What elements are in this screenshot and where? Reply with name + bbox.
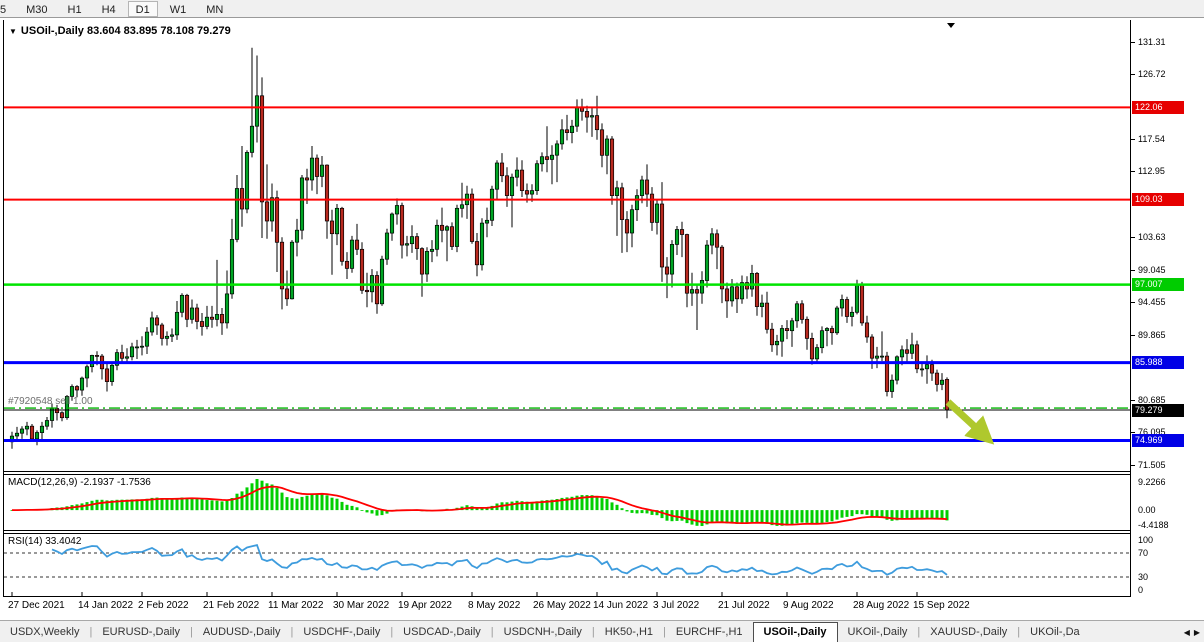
chart-title: ▼ USOil-,Daily 83.604 83.895 78.108 79.27…	[9, 25, 231, 37]
rsi-indicator-label: RSI(14) 33.4042	[8, 536, 81, 547]
axis-tick	[1131, 302, 1135, 303]
price-level-tag: 109.03	[1132, 193, 1184, 206]
down-arrow-annotation	[948, 402, 986, 437]
price-tick-label: 71.505	[1138, 460, 1166, 470]
timeframe-button-5[interactable]: 5	[0, 1, 14, 17]
main-chart-canvas[interactable]	[4, 20, 1130, 471]
price-tick-label: 99.045	[1138, 265, 1166, 275]
chart-tab-0[interactable]: USDX,Weekly	[0, 623, 89, 642]
axis-tick	[1131, 139, 1135, 140]
timeframe-button-h1[interactable]: H1	[60, 1, 90, 17]
tab-scroll-left-icon[interactable]: ◀	[1184, 628, 1190, 637]
chart-tab-8[interactable]: USOil-,Daily	[753, 622, 838, 642]
price-level-tag: 122.06	[1132, 101, 1184, 114]
chart-tab-bar: USDX,Weekly|EURUSD-,Daily|AUDUSD-,Daily|…	[0, 620, 1204, 642]
price-tick-label: 89.865	[1138, 330, 1166, 340]
rsi-axis-label: 100	[1138, 535, 1153, 545]
date-tick-label: 15 Sep 2022	[913, 600, 970, 611]
macd-axis-label: -4.4188	[1138, 520, 1169, 530]
date-tick-label: 28 Aug 2022	[853, 600, 909, 611]
axis-tick	[1131, 171, 1135, 172]
chart-ohlc-values: 83.604 83.895 78.108 79.279	[87, 25, 231, 37]
price-level-tag: 74.969	[1132, 434, 1184, 447]
pane-divider[interactable]	[4, 471, 1186, 472]
price-tick-label: 126.72	[1138, 69, 1166, 79]
price-tick-label: 94.455	[1138, 297, 1166, 307]
date-tick-label: 14 Jan 2022	[78, 600, 133, 611]
timeframe-button-d1[interactable]: D1	[128, 1, 158, 17]
axis-tick	[1131, 270, 1135, 271]
date-tick-label: 3 Jul 2022	[653, 600, 699, 611]
open-position-label: #7920548 sell 1.00	[8, 396, 93, 407]
chart-tab-1[interactable]: EURUSD-,Daily	[92, 623, 190, 642]
chart-tab-6[interactable]: HK50-,H1	[595, 623, 663, 642]
date-tick-label: 9 Aug 2022	[783, 600, 834, 611]
chart-tab-3[interactable]: USDCHF-,Daily	[293, 623, 390, 642]
timeframe-button-mn[interactable]: MN	[198, 1, 231, 17]
window-border-bottom	[3, 596, 1186, 597]
rsi-axis-label: 70	[1138, 548, 1148, 558]
timeframe-toolbar: 5M30 H1H4D1W1MN	[0, 0, 1204, 18]
rsi-axis-label: 0	[1138, 585, 1143, 595]
timeframe-button-m30[interactable]: M30	[18, 1, 55, 17]
price-tick-label: 131.31	[1138, 37, 1166, 47]
price-axis[interactable]: 131.31 126.72 117.54 112.95 103.63 99.045 94.4…	[1130, 20, 1186, 597]
timeframe-button-w1[interactable]: W1	[162, 1, 195, 17]
date-tick-label: 14 Jun 2022	[593, 600, 648, 611]
tab-scroll-right-icon[interactable]: ▶	[1194, 628, 1200, 637]
date-tick-label: 8 May 2022	[468, 600, 520, 611]
chart-shift-icon	[947, 23, 955, 28]
price-tick-label: 117.54	[1138, 134, 1165, 144]
price-tick-label: 112.95	[1138, 166, 1165, 176]
timeframe-button-h4[interactable]: H4	[94, 1, 124, 17]
axis-tick	[1131, 237, 1135, 238]
axis-tick	[1131, 74, 1135, 75]
date-tick-label: 19 Apr 2022	[398, 600, 452, 611]
price-level-tag: 85.988	[1132, 356, 1184, 369]
chart-tab-2[interactable]: AUDUSD-,Daily	[193, 623, 291, 642]
axis-tick	[1131, 42, 1135, 43]
price-tick-label: 103.63	[1138, 232, 1166, 242]
macd-indicator-canvas[interactable]	[4, 475, 1130, 530]
chart-tab-9[interactable]: UKOil-,Daily	[838, 623, 918, 642]
macd-axis-label: 0.00	[1138, 505, 1156, 515]
pane-divider[interactable]	[4, 530, 1186, 531]
date-tick-label: 21 Feb 2022	[203, 600, 259, 611]
date-tick-label: 27 Dec 2021	[8, 600, 65, 611]
price-level-tag: 79.279	[1132, 404, 1184, 417]
rsi-indicator-canvas[interactable]	[4, 534, 1130, 596]
date-tick-label: 30 Mar 2022	[333, 600, 389, 611]
macd-indicator-label: MACD(12,26,9) -2.1937 -1.7536	[8, 477, 151, 488]
chart-tab-10[interactable]: XAUUSD-,Daily	[920, 623, 1017, 642]
time-axis[interactable]: 27 Dec 2021 14 Jan 2022 2 Feb 2022 21 Feb 2…	[4, 598, 1130, 616]
axis-tick	[1131, 400, 1135, 401]
date-tick-label: 21 Jul 2022	[718, 600, 770, 611]
chart-dropdown-icon[interactable]: ▼	[9, 27, 17, 36]
chart-tab-7[interactable]: EURCHF-,H1	[666, 623, 753, 642]
price-level-tag: 97.007	[1132, 278, 1184, 291]
date-tick-label: 26 May 2022	[533, 600, 591, 611]
chart-tab-4[interactable]: USDCAD-,Daily	[393, 623, 491, 642]
axis-tick	[1131, 432, 1135, 433]
axis-tick	[1131, 465, 1135, 466]
date-tick-label: 11 Mar 2022	[268, 600, 323, 611]
chart-symbol-label: USOil-,Daily	[21, 25, 84, 37]
axis-tick	[1131, 335, 1135, 336]
date-tick-label: 2 Feb 2022	[138, 600, 189, 611]
rsi-axis-label: 30	[1138, 572, 1148, 582]
chart-tab-11[interactable]: UKOil-,Da	[1020, 623, 1090, 642]
macd-axis-label: 9.2266	[1138, 477, 1166, 487]
chart-tab-5[interactable]: USDCNH-,Daily	[494, 623, 592, 642]
